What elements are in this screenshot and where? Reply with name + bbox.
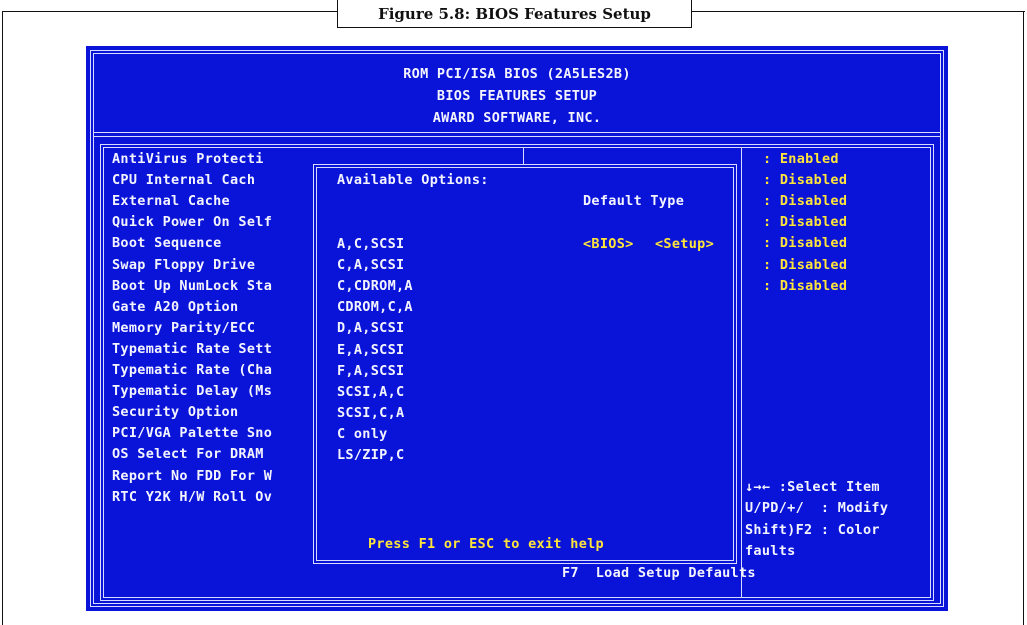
setting-label[interactable]: AntiVirus Protecti — [112, 151, 264, 167]
setting-value[interactable]: : Disabled — [763, 193, 847, 209]
bios-header-line3: AWARD SOFTWARE, INC. — [432, 110, 602, 126]
figure-frame-left — [2, 11, 3, 625]
boot-option[interactable]: SCSI,C,A — [337, 405, 404, 421]
boot-option[interactable]: D,A,SCSI — [337, 320, 404, 336]
setting-label[interactable]: Security Option — [112, 404, 238, 420]
boot-option[interactable]: C only — [337, 426, 388, 442]
setting-label[interactable]: Gate A20 Option — [112, 299, 238, 315]
boot-option[interactable]: A,C,SCSI — [337, 236, 404, 252]
bios-header-line1: ROM PCI/ISA BIOS (2A5LES2B) — [403, 66, 631, 82]
setting-label[interactable]: Report No FDD For W — [112, 468, 272, 484]
setting-value[interactable]: : Disabled — [763, 257, 847, 273]
setting-label[interactable]: Quick Power On Self — [112, 214, 272, 230]
help-key-line: faults — [745, 543, 796, 560]
setting-label[interactable]: Boot Up NumLock Sta — [112, 278, 272, 294]
setting-label[interactable]: Typematic Rate (Cha — [112, 362, 272, 378]
setting-label[interactable]: OS Select For DRAM — [112, 446, 264, 462]
figure-frame-top-right — [692, 11, 1025, 12]
boot-option[interactable]: LS/ZIP,C — [337, 447, 404, 463]
setting-label[interactable]: RTC Y2K H/W Roll Ov — [112, 489, 272, 505]
setting-value[interactable]: : Enabled — [763, 151, 839, 167]
setting-label[interactable]: Memory Parity/ECC — [112, 320, 255, 336]
figure-frame-right — [1023, 11, 1024, 625]
setting-label[interactable]: CPU Internal Cach — [112, 172, 255, 188]
setup-tag[interactable]: <Setup> — [655, 236, 714, 252]
boot-option[interactable]: E,A,SCSI — [337, 342, 404, 358]
panel-right-divider — [741, 148, 742, 597]
setting-value[interactable]: : Disabled — [763, 235, 847, 251]
help-key-line: Shift)F2 : Color — [745, 521, 880, 538]
boot-option[interactable]: SCSI,A,C — [337, 384, 404, 400]
bios-header-line2: BIOS FEATURES SETUP — [436, 88, 598, 104]
popup-title: Available Options: — [337, 172, 489, 188]
figure-frame-top-left — [2, 11, 337, 12]
boot-option[interactable]: C,A,SCSI — [337, 257, 404, 273]
boot-option[interactable]: CDROM,C,A — [337, 299, 413, 315]
setting-label[interactable]: Typematic Rate Sett — [112, 341, 272, 357]
bios-tag[interactable]: <BIOS> — [583, 236, 634, 252]
setting-label[interactable]: Boot Sequence — [112, 235, 222, 251]
setting-label[interactable]: Swap Floppy Drive — [112, 257, 255, 273]
load-defaults-hint[interactable]: F7 Load Setup Defaults — [562, 565, 756, 581]
boot-option[interactable]: F,A,SCSI — [337, 363, 404, 379]
default-type-label: Default Type — [583, 193, 685, 209]
help-key-line: U/PD/+/ : Modify — [745, 500, 889, 517]
header-divider — [94, 132, 940, 133]
help-key-line: ↓→← :Select Item — [745, 479, 880, 495]
setting-value[interactable]: : Disabled — [763, 214, 847, 230]
setting-label[interactable]: External Cache — [112, 193, 230, 209]
boot-option[interactable]: C,CDROM,A — [337, 278, 413, 294]
setting-value[interactable]: : Disabled — [763, 172, 847, 188]
setting-label[interactable]: PCI/VGA Palette Sno — [112, 425, 272, 441]
figure-caption: Figure 5.8: BIOS Features Setup — [337, 0, 692, 28]
setting-value[interactable]: : Disabled — [763, 278, 847, 294]
popup-footer-hint: Press F1 or ESC to exit help — [368, 536, 604, 552]
header-divider-2 — [94, 136, 940, 137]
setting-label[interactable]: Typematic Delay (Ms — [112, 383, 272, 399]
